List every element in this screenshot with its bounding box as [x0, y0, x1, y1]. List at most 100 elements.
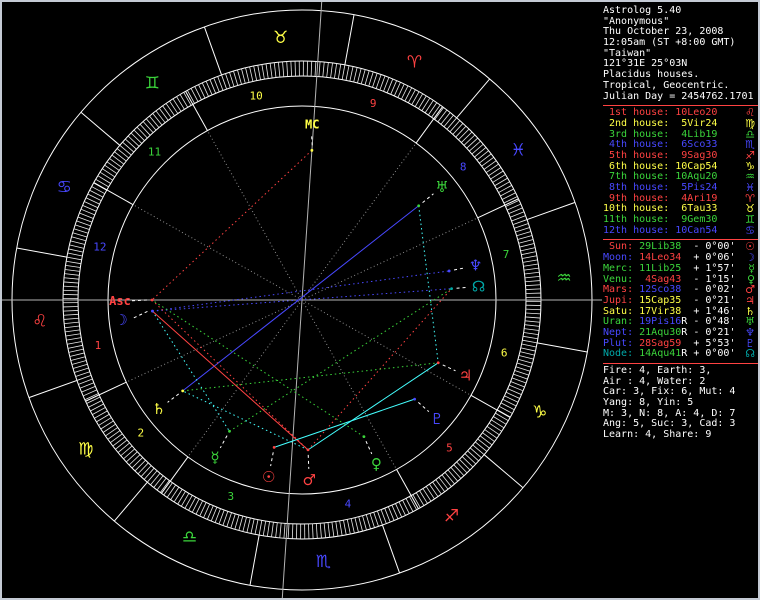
degree-tick	[377, 510, 383, 526]
aspect-line	[151, 299, 365, 438]
planet-glyph: ♂	[302, 471, 315, 489]
degree-tick	[179, 94, 189, 108]
degree-tick	[70, 240, 86, 245]
degree-tick	[63, 281, 79, 284]
house-cusp	[477, 198, 519, 219]
planet-position-dot	[306, 448, 310, 452]
degree-tick	[67, 252, 83, 257]
pointer-dash	[418, 402, 430, 413]
summary-line: Learn: 4, Share: 9	[603, 429, 712, 441]
degree-tick	[75, 224, 90, 230]
degree-tick	[466, 137, 479, 149]
planet-glyph: ☉	[262, 468, 275, 486]
degree-tick	[104, 164, 118, 174]
degree-tick	[512, 219, 528, 225]
degree-tick	[354, 517, 359, 533]
sign-boundary	[203, 26, 223, 76]
house-number: 6	[501, 347, 508, 360]
degree-tick	[335, 521, 339, 537]
house-cusp-inner	[132, 204, 303, 301]
house-cusp	[161, 456, 189, 494]
degree-tick	[343, 520, 347, 535]
degree-tick	[218, 509, 225, 525]
sign-boundary	[526, 201, 576, 221]
degree-tick	[261, 64, 265, 80]
degree-tick	[100, 420, 114, 430]
degree-tick	[64, 321, 80, 324]
degree-tick	[102, 168, 116, 178]
degree-tick	[73, 228, 89, 234]
degree-tick	[488, 167, 502, 177]
pointer-dash	[422, 193, 434, 203]
degree-tick	[74, 367, 89, 373]
angle-label: MC	[305, 117, 319, 131]
degree-tick	[525, 288, 541, 290]
chart-header: Astrolog 5.40 "Anonymous" Thu October 23, …	[603, 5, 758, 102]
degree-tick	[134, 459, 146, 472]
degree-tick	[63, 313, 79, 316]
degree-tick	[245, 67, 250, 83]
planet-glyph: ♇	[430, 410, 443, 428]
degree-tick	[368, 71, 374, 87]
degree-tick	[269, 63, 273, 79]
sign-boundary	[381, 524, 401, 574]
degree-tick	[415, 492, 425, 506]
degree-tick	[72, 232, 88, 238]
house-number: 12	[93, 240, 106, 253]
degree-tick	[225, 73, 231, 88]
degree-tick	[429, 484, 439, 497]
degree-tick	[150, 473, 161, 486]
degree-tick	[414, 93, 424, 107]
degree-tick	[131, 457, 143, 469]
degree-tick	[425, 486, 435, 500]
degree-tick	[525, 280, 541, 283]
planet-position-dot	[447, 269, 451, 273]
aspect-line	[307, 362, 439, 451]
natal-chart-wheel: ♈♉♊♋♌♍♎♏♐♑♒♓123456789101112☉☽☿ ♀♂♃♄♅♆♇☊As…	[2, 2, 602, 598]
degree-tick	[63, 277, 80, 280]
degree-tick	[160, 480, 170, 493]
planet-position-dot	[413, 397, 417, 401]
zodiac-sign-glyph: ♑	[532, 403, 547, 423]
pointer-dash	[456, 286, 468, 289]
degree-tick	[176, 96, 185, 110]
degree-tick	[472, 444, 485, 455]
degree-tick	[464, 453, 477, 465]
degree-tick	[476, 150, 489, 161]
info-sidebar: Astrolog 5.40 "Anonymous" Thu October 23, …	[603, 5, 758, 441]
degree-tick	[229, 72, 235, 87]
degree-tick	[438, 477, 449, 490]
degree-tick	[79, 212, 94, 219]
degree-tick	[102, 423, 116, 433]
degree-tick	[64, 325, 80, 329]
degree-tick	[458, 128, 470, 141]
planet-position-dot	[450, 287, 453, 291]
planet-position-dot	[436, 361, 440, 365]
degree-tick	[130, 132, 143, 144]
degree-tick	[234, 514, 240, 530]
zodiac-sign-glyph: ♍	[78, 440, 93, 460]
degree-tick	[128, 454, 141, 466]
pointer-dash	[365, 440, 373, 455]
degree-tick	[418, 95, 427, 109]
house-number: 1	[95, 339, 102, 352]
sign-boundary	[80, 111, 121, 146]
degree-tick	[331, 521, 335, 537]
degree-tick	[166, 484, 176, 498]
degree-tick	[96, 413, 110, 423]
degree-tick	[339, 520, 343, 536]
degree-tick	[362, 515, 367, 531]
degree-tick	[422, 488, 432, 502]
degree-tick	[114, 151, 127, 162]
house-row: 12th house: 10Can54 ♋	[603, 223, 755, 237]
pointer-dash	[442, 364, 456, 372]
degree-tick	[488, 422, 502, 432]
degree-tick	[107, 430, 121, 440]
degree-tick	[66, 260, 82, 265]
degree-tick	[484, 429, 498, 439]
degree-tick	[434, 107, 444, 120]
degree-tick	[162, 105, 172, 119]
degree-tick	[345, 65, 350, 81]
degree-tick	[523, 263, 539, 267]
degree-tick	[495, 412, 509, 422]
